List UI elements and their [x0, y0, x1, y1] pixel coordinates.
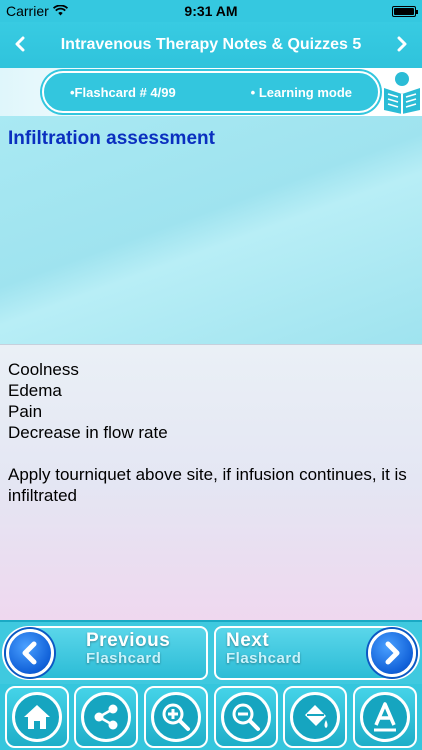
zoom-in-button[interactable]: [144, 686, 209, 748]
flashcard-navigation: Previous Flashcard Next Flashcard: [0, 620, 422, 684]
battery-icon: [392, 5, 418, 17]
header-bar: Intravenous Therapy Notes & Quizzes 5: [0, 22, 422, 68]
chevron-right-icon[interactable]: [390, 32, 414, 58]
answer-line: Coolness: [8, 360, 79, 379]
bottom-toolbar: [0, 684, 422, 750]
zoom-out-icon: [220, 692, 271, 742]
share-button[interactable]: [74, 686, 139, 748]
arrow-left-icon: [6, 629, 54, 677]
carrier-label: Carrier: [6, 3, 49, 19]
question-panel: Infiltration assessment: [0, 116, 422, 344]
zoom-in-icon: [151, 692, 202, 742]
status-bar: Carrier 9:31 AM: [0, 0, 422, 22]
next-big-label: Next: [226, 630, 270, 651]
flashcard-info-pill: •Flashcard # 4/99 • Learning mode: [42, 71, 380, 113]
font-button[interactable]: [353, 686, 418, 748]
answer-line: Edema: [8, 381, 62, 400]
font-icon: [360, 692, 411, 742]
wifi-icon: [52, 3, 68, 19]
home-button[interactable]: [4, 686, 69, 748]
answer-spacer: [8, 443, 414, 464]
battery-fill: [394, 7, 414, 15]
flashcard-counter: •Flashcard # 4/99: [70, 84, 176, 100]
next-flashcard-button[interactable]: Next Flashcard: [214, 626, 420, 680]
previous-big-label: Previous: [86, 630, 171, 651]
home-icon: [11, 692, 62, 742]
color-button[interactable]: [283, 686, 348, 748]
answer-panel: Coolness Edema Pain Decrease in flow rat…: [0, 344, 422, 620]
previous-flashcard-button[interactable]: Previous Flashcard: [2, 626, 208, 680]
previous-small-label: Flashcard: [86, 650, 162, 667]
answer-note: Apply tourniquet above site, if infusion…: [8, 465, 407, 505]
next-small-label: Flashcard: [226, 650, 302, 667]
previous-label: Previous Flashcard: [86, 630, 171, 668]
share-icon: [81, 692, 132, 742]
status-right: [392, 5, 418, 17]
paint-bucket-icon: [290, 692, 341, 742]
question-title: Infiltration assessment: [8, 128, 215, 149]
answer-line: Decrease in flow rate: [8, 423, 168, 442]
mode-label: • Learning mode: [250, 84, 352, 100]
next-label: Next Flashcard: [226, 630, 302, 668]
chevron-left-icon[interactable]: [8, 32, 32, 58]
status-left: Carrier: [6, 3, 68, 19]
reading-person-icon[interactable]: [380, 70, 422, 114]
info-row: •Flashcard # 4/99 • Learning mode: [0, 68, 422, 116]
page-title: Intravenous Therapy Notes & Quizzes 5: [60, 36, 362, 53]
arrow-right-icon: [368, 629, 416, 677]
zoom-out-button[interactable]: [213, 686, 278, 748]
answer-line: Pain: [8, 402, 43, 421]
